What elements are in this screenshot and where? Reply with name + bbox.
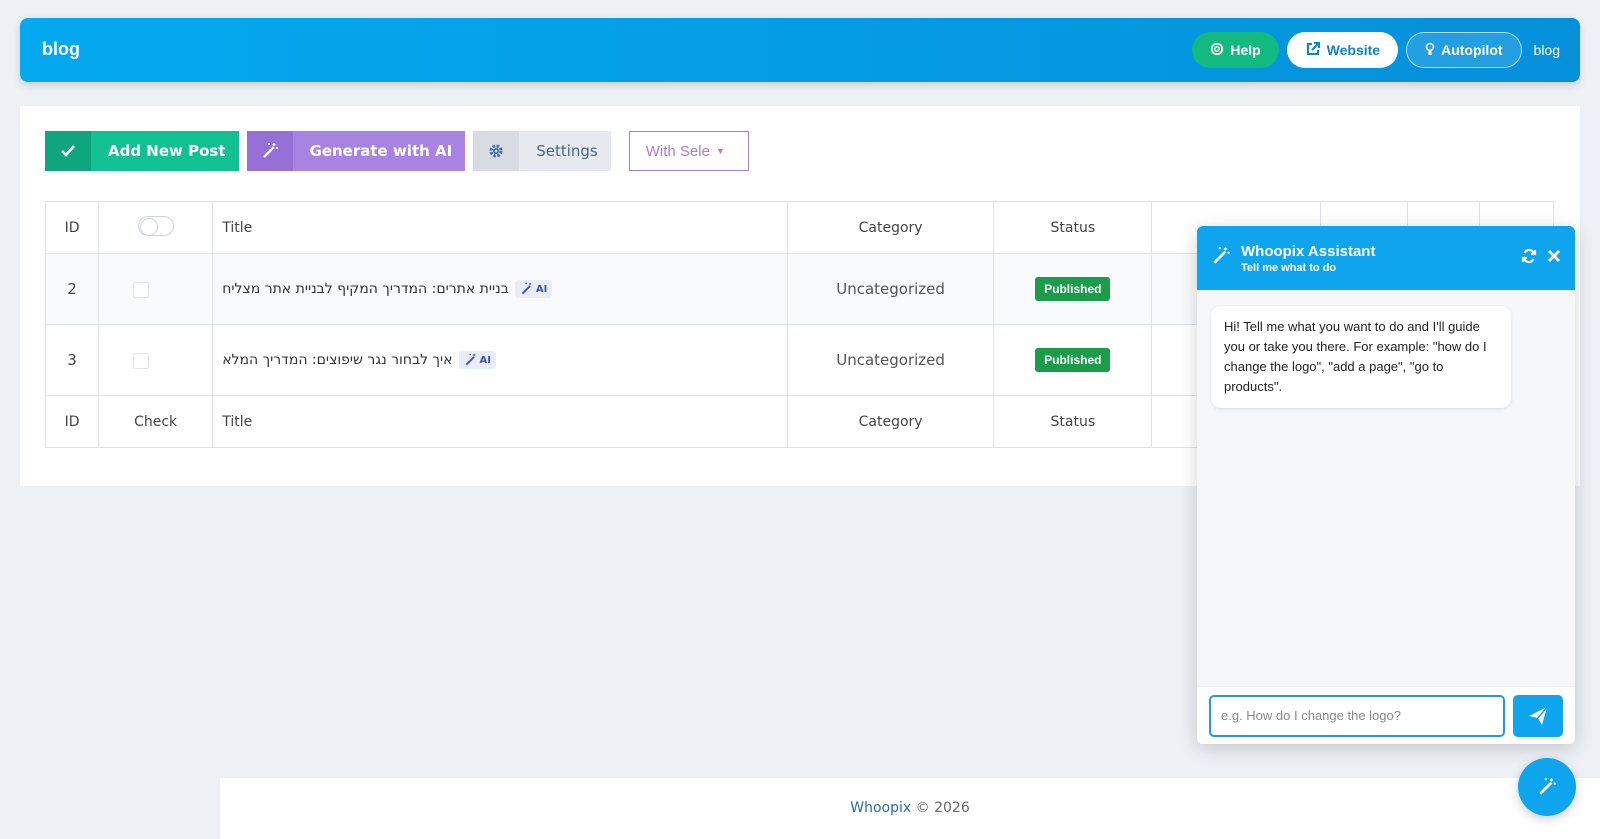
footer-copyright: © 2026 [915, 800, 970, 816]
generate-with-ai-button[interactable]: Generate with AI [246, 131, 466, 171]
website-button[interactable]: Website [1286, 32, 1399, 68]
lifebuoy-icon [1210, 42, 1224, 59]
row-status-cell: Published [993, 324, 1153, 396]
bulb-icon [1425, 42, 1435, 59]
gear-icon [473, 131, 520, 171]
bulk-action-select[interactable]: With Sele ▼ [628, 131, 749, 171]
col-title-header[interactable]: Title [212, 201, 788, 254]
row-title[interactable]: בניית אתרים: המדריך המקיף לבניית אתר מצל… [222, 281, 509, 297]
settings-button[interactable]: Settings [473, 131, 611, 171]
row-check-cell [98, 253, 214, 325]
external-link-icon [1305, 41, 1321, 60]
user-menu[interactable]: blog [1534, 42, 1560, 58]
assistant-compose: e.g. How do I change the logo? [1197, 686, 1575, 744]
row-status-cell: Published [993, 253, 1153, 325]
settings-label: Settings [536, 142, 598, 160]
assistant-subtitle: Tell me what to do [1241, 261, 1337, 274]
assistant-header: Whoopix Assistant Tell me what to do [1197, 226, 1575, 290]
add-new-post-button[interactable]: Add New Post [45, 131, 239, 171]
top-header: blog Help Website Autopilot blog [20, 18, 1580, 82]
status-badge: Published [1035, 348, 1111, 372]
magic-wand-icon [246, 131, 293, 171]
ai-tag-label: AI [535, 283, 548, 295]
ai-generated-badge: AI [514, 280, 553, 298]
add-new-post-label: Add New Post [108, 142, 226, 160]
autopilot-label: Autopilot [1441, 42, 1503, 58]
send-icon [1529, 706, 1548, 725]
col-category-header[interactable]: Category [786, 201, 995, 254]
foot-status: Status [993, 395, 1153, 448]
check-icon [45, 131, 91, 171]
assistant-messages: Hi! Tell me what you want to do and I'll… [1197, 290, 1575, 686]
select-all-toggle[interactable] [137, 215, 174, 236]
row-checkbox[interactable] [132, 352, 149, 369]
website-label: Website [1326, 42, 1381, 58]
send-button[interactable] [1513, 694, 1563, 737]
row-title[interactable]: איך לבחור נגר שיפוצים: המדריך המלא [222, 352, 452, 368]
bulk-action-value: With Sele [645, 142, 710, 160]
magic-wand-icon [465, 353, 475, 366]
col-id-header[interactable]: ID [44, 201, 100, 254]
help-button[interactable]: Help [1192, 32, 1279, 68]
row-id: 2 [44, 253, 100, 325]
assistant-message: Hi! Tell me what you want to do and I'll… [1211, 306, 1511, 408]
row-category: Uncategorized [786, 253, 995, 325]
row-check-cell [98, 324, 214, 396]
foot-category: Category [786, 395, 995, 448]
help-label: Help [1230, 42, 1261, 58]
assistant-input[interactable]: e.g. How do I change the logo? [1209, 694, 1505, 737]
ai-generated-badge: AI [458, 351, 496, 369]
assistant-toggle-button[interactable] [1518, 758, 1576, 816]
row-title-cell: איך לבחור נגר שיפוצים: המדריך המלא AI [212, 324, 788, 396]
row-title-cell: בניית אתרים: המדריך המקיף לבניית אתר מצל… [212, 253, 788, 325]
row-category: Uncategorized [786, 324, 995, 396]
ai-tag-label: AI [479, 354, 491, 366]
foot-id: ID [44, 395, 100, 448]
footer-brand-link[interactable]: Whoopix [850, 800, 911, 816]
foot-check: Check [98, 395, 214, 448]
col-select-all [98, 201, 214, 254]
row-checkbox[interactable] [132, 281, 149, 298]
generate-with-ai-label: Generate with AI [309, 142, 453, 160]
foot-title: Title [212, 395, 788, 448]
header-actions: Help Website Autopilot blog [1192, 32, 1560, 68]
close-icon[interactable] [1547, 249, 1561, 268]
magic-wand-icon [521, 282, 532, 295]
autopilot-button[interactable]: Autopilot [1406, 32, 1522, 68]
toolbar: Add New Post Generate with AI Settings W… [45, 131, 749, 171]
col-status-header[interactable]: Status [993, 201, 1153, 254]
page-footer: Whoopix © 2026 [220, 778, 1600, 839]
magic-wand-icon [1539, 778, 1556, 795]
caret-down-icon: ▼ [715, 146, 725, 156]
refresh-icon[interactable] [1521, 248, 1537, 269]
row-id: 3 [44, 324, 100, 396]
assistant-panel: Whoopix Assistant Tell me what to do Hi!… [1197, 226, 1575, 744]
magic-wand-icon [1211, 246, 1231, 271]
page-title: blog [42, 39, 80, 59]
status-badge: Published [1035, 277, 1111, 301]
assistant-title: Whoopix Assistant [1241, 242, 1376, 260]
